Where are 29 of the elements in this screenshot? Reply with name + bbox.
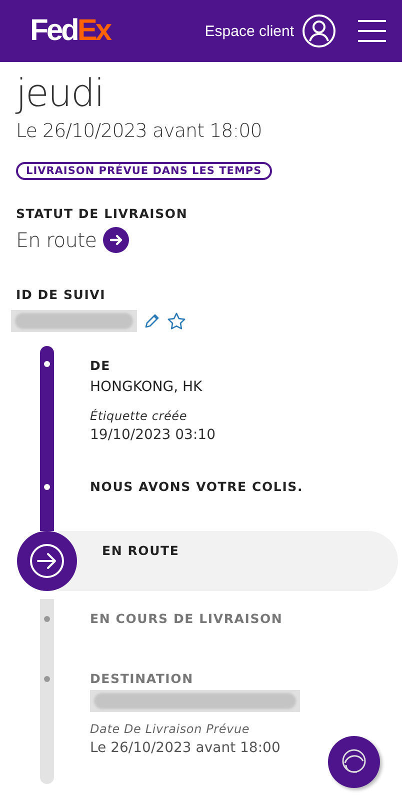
delivery-date: Le 26/10/2023 avant 18:00: [16, 120, 263, 142]
step-dot: [44, 361, 50, 367]
step-title: EN COURS DE LIVRAISON: [90, 611, 284, 626]
step-title: DE: [90, 358, 112, 373]
arrow-button[interactable]: [102, 227, 129, 253]
step-time: 19/10/2023 03:10: [90, 427, 216, 443]
arrow-icon: [108, 233, 123, 247]
step-dot: [44, 676, 50, 682]
delivery-status: En route: [16, 228, 97, 252]
account-link[interactable]: Espace client: [204, 14, 336, 48]
menu-button[interactable]: [358, 20, 386, 42]
step-title: DESTINATION: [90, 671, 194, 686]
step-dot: [44, 616, 50, 622]
origin-place: HONGKONG, HK: [90, 379, 204, 395]
logo[interactable]: FedEx: [30, 14, 110, 48]
step-time: Le 26/10/2023 avant 18:00: [90, 740, 282, 756]
chat-support-button[interactable]: [328, 736, 380, 788]
section-heading: STATUT DE LIVRAISON: [16, 206, 189, 221]
section-heading: ID DE SUIVI: [16, 287, 107, 302]
step-note: Étiquette créée: [90, 409, 188, 423]
step-note: Date De Livraison Prévue: [90, 722, 251, 736]
user-icon: [302, 14, 336, 48]
step-dot: [44, 484, 50, 490]
star-icon[interactable]: [167, 312, 186, 330]
edit-icon[interactable]: [143, 312, 161, 330]
on-time-badge: LIVRAISON PRÉVUE DANS LES TEMPS: [16, 162, 272, 180]
step-title: EN ROUTE: [102, 543, 180, 558]
step-title: NOUS AVONS VOTRE COLIS.: [90, 479, 304, 494]
delivery-day: jeudi: [16, 70, 386, 116]
